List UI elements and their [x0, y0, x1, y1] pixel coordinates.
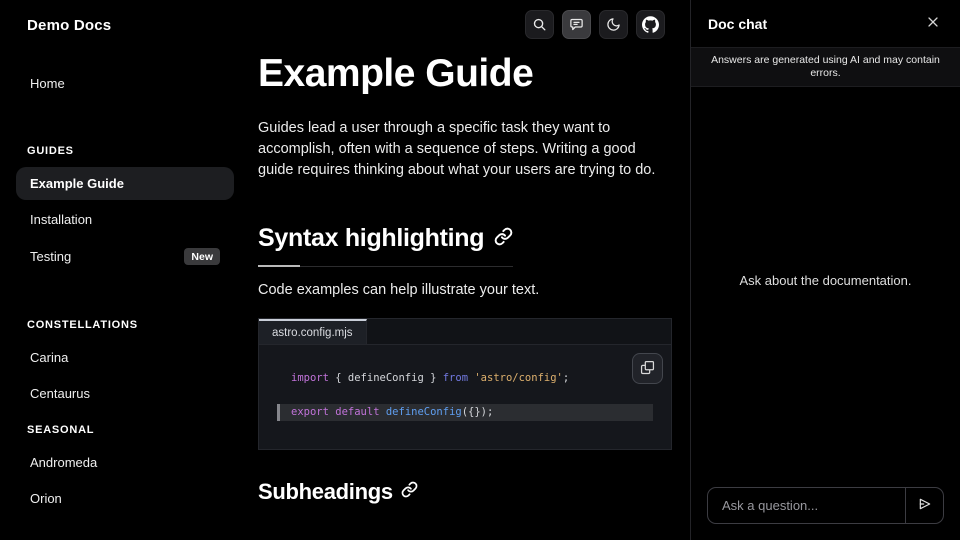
- code-block: astro.config.mjs import { defineConfig }…: [258, 318, 672, 450]
- section-heading-row: Syntax highlighting: [258, 224, 513, 267]
- moon-icon: [606, 17, 621, 32]
- toolbar: [525, 10, 665, 39]
- new-badge: New: [184, 248, 220, 265]
- sidebar-item-carina[interactable]: Carina: [16, 341, 234, 374]
- subheading: Subheadings: [258, 479, 393, 505]
- theme-toggle-button[interactable]: [599, 10, 628, 39]
- sidebar-item-label: Orion: [30, 491, 62, 506]
- code-line: import { defineConfig } from 'astro/conf…: [259, 370, 671, 387]
- doc-chat-title: Doc chat: [708, 16, 767, 32]
- github-button[interactable]: [636, 10, 665, 39]
- intro-paragraph: Guides lead a user through a specific ta…: [258, 118, 672, 181]
- sidebar-item-testing[interactable]: Testing New: [16, 239, 234, 274]
- chat-empty-state: Ask about the documentation.: [691, 87, 960, 474]
- sidebar-item-label: Example Guide: [30, 176, 124, 191]
- sidebar-item-label: Installation: [30, 212, 92, 227]
- sidebar-item-home[interactable]: Home: [16, 67, 234, 100]
- sidebar-section-constellations: CONSTELLATIONS: [16, 319, 234, 331]
- site-title: Demo Docs: [0, 0, 250, 34]
- sidebar-item-installation[interactable]: Installation: [16, 203, 234, 236]
- code-line-highlighted: export default defineConfig({});: [277, 404, 653, 421]
- code-content: import { defineConfig } from 'astro/conf…: [259, 370, 671, 421]
- section-heading: Syntax highlighting: [258, 224, 484, 253]
- subheading-row: Subheadings: [258, 479, 672, 505]
- search-button[interactable]: [525, 10, 554, 39]
- close-icon: [925, 14, 941, 33]
- sidebar-item-andromeda[interactable]: Andromeda: [16, 446, 234, 479]
- sidebar-item-label: Home: [30, 76, 65, 91]
- ask-question-box: [707, 487, 944, 524]
- code-editor: import { defineConfig } from 'astro/conf…: [258, 344, 672, 450]
- section-description: Code examples can help illustrate your t…: [258, 280, 672, 301]
- anchor-link-icon[interactable]: [494, 227, 513, 251]
- article: Example Guide Guides lead a user through…: [258, 53, 672, 505]
- doc-chat-toggle-button[interactable]: [562, 10, 591, 39]
- sidebar-item-example-guide[interactable]: Example Guide: [16, 167, 234, 200]
- ai-disclaimer: Answers are generated using AI and may c…: [691, 47, 960, 87]
- sidebar-item-label: Centaurus: [30, 386, 90, 401]
- code-line: [259, 387, 671, 404]
- copy-code-button[interactable]: [632, 353, 663, 384]
- sidebar-item-centaurus[interactable]: Centaurus: [16, 377, 234, 410]
- page-title: Example Guide: [258, 53, 672, 95]
- sidebar: Demo Docs Home GUIDES Example Guide Install…: [0, 0, 250, 540]
- sidebar-section-guides: GUIDES: [16, 145, 234, 157]
- doc-chat-header: Doc chat: [691, 0, 960, 47]
- sidebar-nav: Home GUIDES Example Guide Installation Testi…: [0, 67, 250, 515]
- anchor-link-icon[interactable]: [401, 481, 418, 503]
- code-tab-filename: astro.config.mjs: [259, 319, 367, 344]
- github-icon: [642, 16, 659, 33]
- copy-icon: [640, 360, 655, 378]
- ask-question-input[interactable]: [708, 488, 905, 523]
- chat-empty-text: Ask about the documentation.: [739, 273, 911, 288]
- chat-footer: [691, 474, 960, 540]
- sidebar-item-label: Carina: [30, 350, 68, 365]
- app-root: Demo Docs Home GUIDES Example Guide Install…: [0, 0, 960, 540]
- close-chat-button[interactable]: [923, 12, 943, 35]
- main-area: Example Guide Guides lead a user through…: [250, 0, 690, 540]
- sidebar-section-seasonal: SEASONAL: [16, 424, 234, 436]
- sidebar-item-label: Testing: [30, 249, 71, 264]
- search-icon: [532, 17, 547, 32]
- send-question-button[interactable]: [905, 488, 943, 523]
- code-tab-bar: astro.config.mjs: [258, 318, 672, 344]
- doc-chat-icon: [569, 17, 584, 32]
- sidebar-item-orion[interactable]: Orion: [16, 482, 234, 515]
- doc-chat-panel: Doc chat Answers are generated using AI …: [690, 0, 960, 540]
- sidebar-item-label: Andromeda: [30, 455, 97, 470]
- send-icon: [917, 496, 933, 515]
